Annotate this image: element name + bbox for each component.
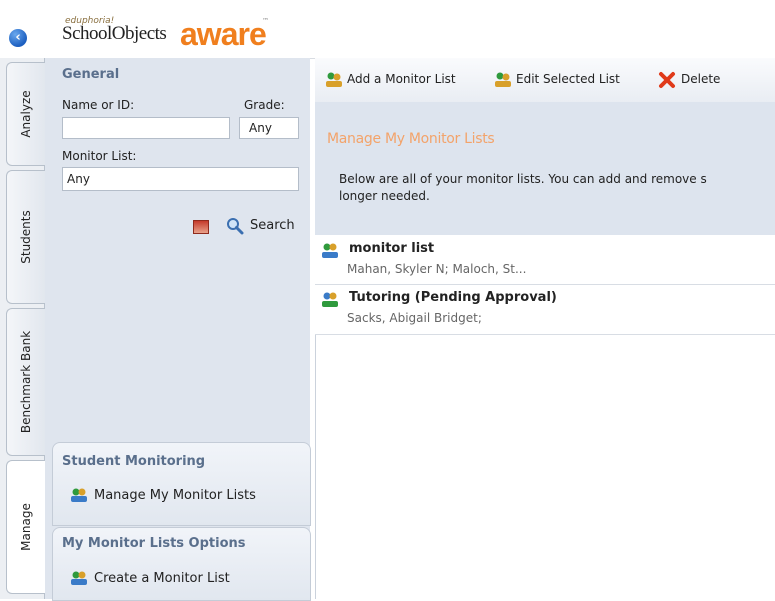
monitor-options-section: My Monitor Lists Options (52, 527, 311, 601)
name-id-label: Name or ID: (62, 98, 135, 112)
list-members: Mahan, Skyler N; Maloch, St... (347, 262, 527, 276)
logo-schoolobjects: SchoolObjects (62, 23, 167, 44)
student-monitoring-title: Student Monitoring (62, 454, 206, 469)
manage-info-area (315, 102, 775, 235)
logo-trademark: ™ (262, 17, 269, 25)
tab-analyze-label: Analyze (19, 90, 33, 138)
add-monitor-list-button[interactable]: Add a Monitor List (347, 72, 456, 86)
search-button[interactable]: Search (250, 218, 295, 233)
edit-list-icon (495, 72, 511, 87)
tab-manage[interactable]: Manage (6, 460, 45, 594)
list-members: Sacks, Abigail Bridget; (347, 311, 482, 325)
delete-button[interactable]: Delete (681, 72, 720, 86)
manage-my-monitor-lists-link[interactable]: Manage My Monitor Lists (94, 488, 256, 503)
search-icon[interactable] (226, 217, 244, 235)
general-section-title: General (62, 67, 120, 82)
monitor-list-select[interactable]: Any (62, 167, 299, 191)
list-item[interactable]: monitor list Mahan, Skyler N; Maloch, St… (315, 235, 775, 285)
tab-students-label: Students (19, 210, 33, 264)
tab-manage-label: Manage (19, 503, 33, 551)
tab-benchmark-bank-label: Benchmark Bank (19, 330, 33, 434)
group-icon (322, 243, 338, 258)
tab-benchmark-bank[interactable]: Benchmark Bank (6, 308, 45, 456)
logo-aware: aware (180, 16, 267, 52)
description-line-1: Below are all of your monitor lists. You… (339, 172, 707, 186)
tab-students[interactable]: Students (6, 170, 45, 304)
grade-select[interactable]: Any (239, 117, 299, 139)
create-list-icon (71, 571, 87, 585)
vertical-tab-strip: Analyze Students Benchmark Bank Manage (0, 58, 45, 599)
description-line-2: longer needed. (339, 189, 430, 203)
edit-selected-list-button[interactable]: Edit Selected List (516, 72, 620, 86)
list-item[interactable]: Tutoring (Pending Approval) Sacks, Abiga… (315, 285, 775, 335)
tab-analyze[interactable]: Analyze (6, 62, 45, 166)
student-monitoring-section: Student Monitoring (52, 442, 311, 526)
page-title: Manage My Monitor Lists (327, 131, 495, 147)
calculator-icon[interactable] (193, 220, 209, 234)
pending-group-icon (322, 292, 338, 307)
list-name: Tutoring (Pending Approval) (349, 290, 557, 305)
back-arrow-icon[interactable]: ‹ (9, 29, 27, 47)
name-id-input[interactable] (62, 117, 230, 139)
add-monitor-icon (326, 72, 342, 87)
delete-x-icon (659, 72, 675, 88)
grade-label: Grade: (244, 98, 285, 112)
page-description: Below are all of your monitor lists. You… (339, 171, 775, 205)
monitor-list-icon (71, 488, 87, 502)
monitor-options-title: My Monitor Lists Options (62, 536, 246, 551)
monitor-list-label: Monitor List: (62, 149, 137, 163)
list-name: monitor list (349, 241, 435, 256)
create-monitor-list-link[interactable]: Create a Monitor List (94, 571, 230, 586)
